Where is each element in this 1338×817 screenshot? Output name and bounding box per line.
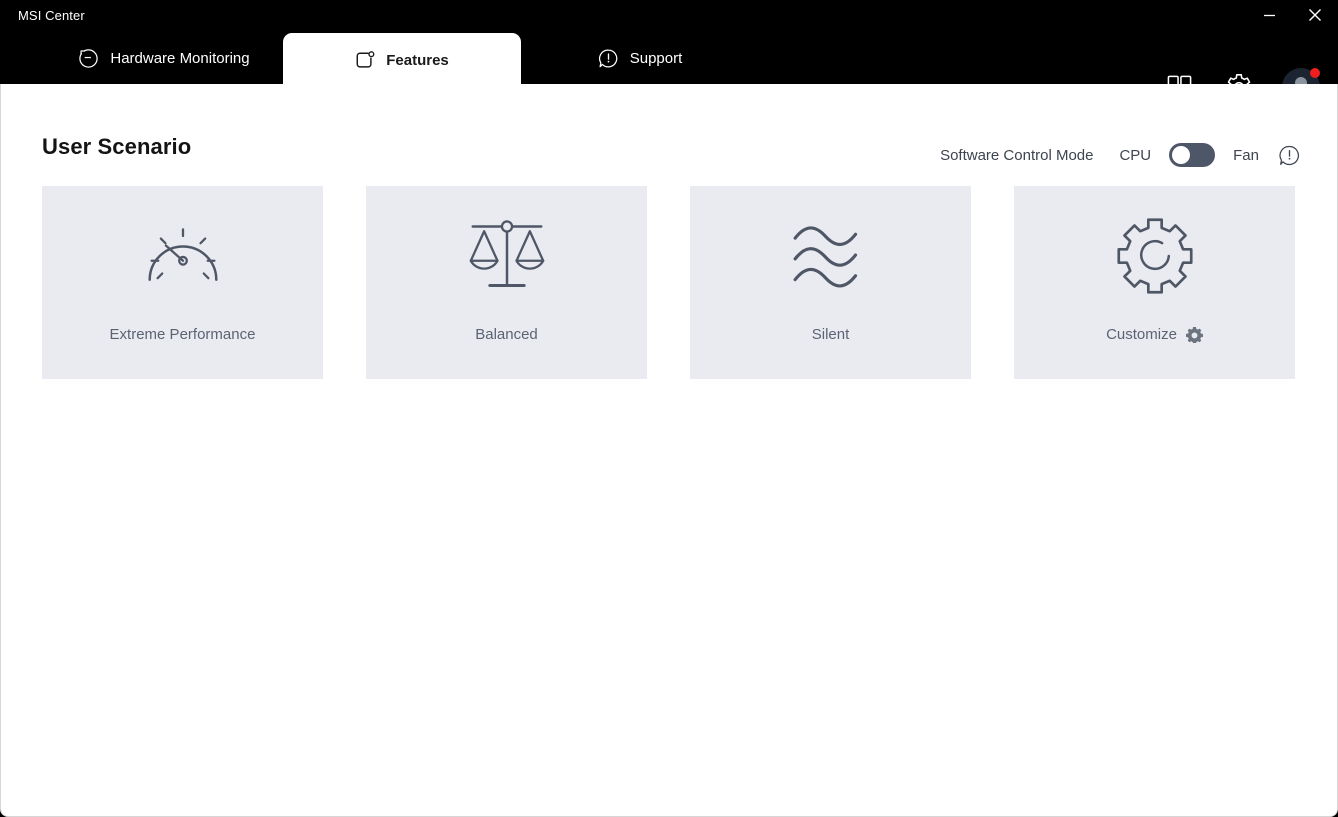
tab-label: Features (386, 51, 449, 69)
control-mode-fan-label: Fan (1233, 146, 1259, 164)
card-label-row: Customize (1106, 326, 1203, 343)
card-icon-wrap (466, 196, 548, 316)
gear-small-icon (1185, 326, 1203, 343)
notification-badge (1310, 68, 1320, 78)
card-icon-wrap (140, 196, 226, 316)
scenario-card-grid: Extreme Performance Balanced Silent Cust… (42, 186, 1295, 379)
tab-hardware-monitoring[interactable]: Hardware Monitoring (45, 33, 283, 84)
speech-bubble-alert-icon (598, 49, 618, 68)
app-title: MSI Center (18, 7, 85, 23)
scenario-card-silent[interactable]: Silent (690, 186, 971, 379)
tab-features[interactable]: Features (283, 33, 521, 87)
control-mode-label: Software Control Mode (940, 146, 1094, 164)
msi-center-window: MSI Center Hardware Monitoring Features … (0, 0, 1338, 817)
window-controls (1246, 0, 1338, 30)
scenario-label: Extreme Performance (109, 326, 256, 343)
scenario-card-customize[interactable]: Customize (1014, 186, 1295, 379)
gear-outline-icon (1116, 218, 1193, 294)
tab-support[interactable]: Support (545, 33, 735, 84)
content-panel: User Scenario Software Control Mode CPU … (0, 84, 1338, 817)
speedometer-icon (147, 228, 218, 282)
scenario-label: Silent (811, 326, 850, 343)
minimize-icon (1263, 14, 1275, 16)
close-button[interactable] (1292, 0, 1338, 30)
scenario-label: Balanced (475, 326, 538, 343)
card-label-row: Balanced (475, 326, 538, 343)
control-mode-cpu-label: CPU (1119, 146, 1152, 164)
card-label-row: Silent (812, 326, 850, 343)
control-mode-info-button[interactable] (1277, 143, 1301, 167)
scenario-label: Customize (1106, 326, 1177, 343)
balance-scale-icon (469, 220, 544, 288)
tab-label: Hardware Monitoring (110, 50, 250, 67)
control-mode-toggle[interactable] (1169, 143, 1216, 167)
rounded-square-dot-icon (356, 50, 375, 68)
title-bar: MSI Center (0, 0, 1338, 30)
card-icon-wrap (790, 196, 872, 316)
scenario-card-balanced[interactable]: Balanced (366, 186, 647, 379)
software-control-mode-bar: Software Control Mode CPU Fan (940, 138, 1301, 172)
page-header: User Scenario Software Control Mode CPU … (1, 84, 1337, 184)
gauge-circle-icon (79, 49, 99, 68)
customize-settings-button[interactable] (1185, 326, 1203, 343)
tab-label: Support (629, 50, 683, 67)
card-icon-wrap (1114, 196, 1196, 316)
page-title: User Scenario (42, 134, 192, 159)
close-icon (1309, 9, 1321, 21)
toggle-knob (1172, 146, 1191, 164)
waves-icon (793, 226, 857, 288)
minimize-button[interactable] (1246, 0, 1292, 30)
card-label-row: Extreme Performance (110, 326, 256, 343)
info-bubble-icon (1278, 145, 1299, 165)
tab-strip: Hardware Monitoring Features Support (0, 30, 1338, 106)
scenario-card-extreme-performance[interactable]: Extreme Performance (42, 186, 323, 379)
